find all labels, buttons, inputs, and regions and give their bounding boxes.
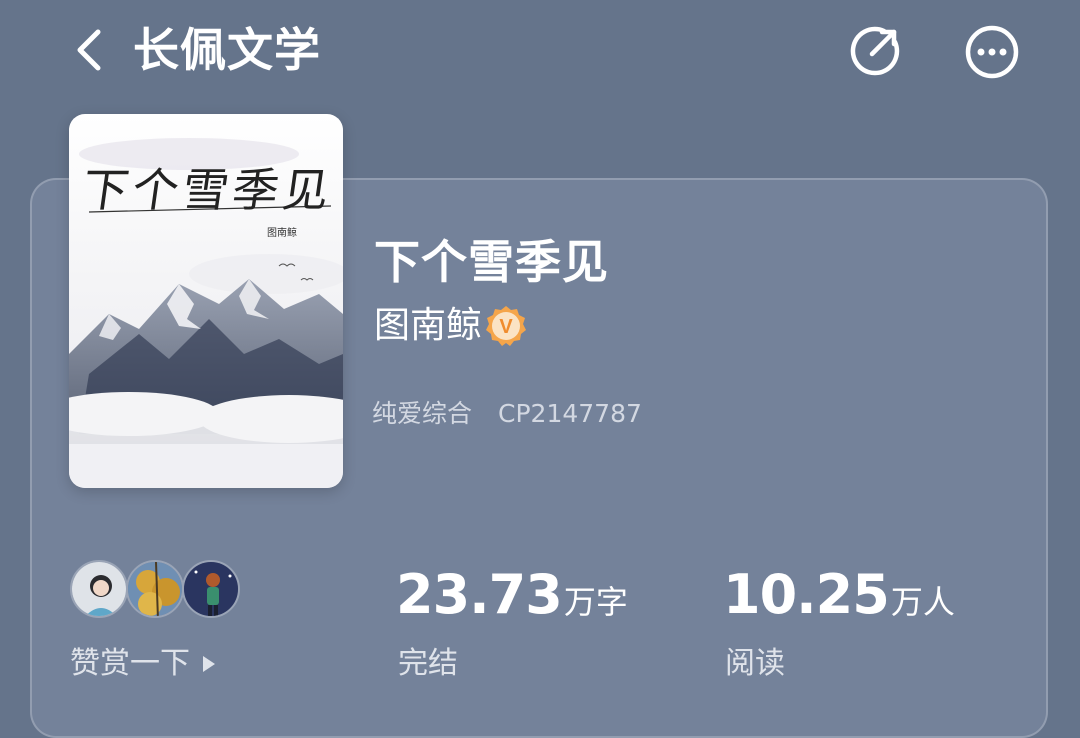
more-icon[interactable] bbox=[964, 24, 1020, 80]
tip-avatars[interactable] bbox=[70, 560, 250, 620]
word-count-value: 23.73 bbox=[396, 563, 563, 626]
share-icon[interactable] bbox=[848, 24, 902, 78]
book-cp-id: CP2147787 bbox=[498, 399, 642, 428]
reader-count-unit: 万人 bbox=[890, 583, 955, 621]
avatar bbox=[126, 560, 184, 618]
word-count: 23.73万字 bbox=[396, 560, 628, 637]
book-category[interactable]: 纯爱综合 bbox=[372, 399, 472, 428]
tip-button[interactable]: 赞赏一下 bbox=[70, 642, 218, 686]
reader-label: 阅读 bbox=[725, 646, 785, 681]
cover-author-text: 图南鲸 bbox=[267, 228, 297, 239]
verified-badge-icon: V bbox=[486, 306, 527, 346]
tip-label: 赞赏一下 bbox=[70, 646, 190, 681]
reader-count: 10.25万人 bbox=[723, 560, 955, 637]
verified-badge-letter: V bbox=[499, 316, 513, 338]
cover-title-text: 下个雪季见 bbox=[78, 163, 337, 217]
author-row[interactable]: 图南鲸 V bbox=[374, 302, 528, 350]
avatar bbox=[70, 560, 128, 618]
avatar bbox=[182, 560, 240, 618]
book-title: 下个雪季见 bbox=[374, 235, 609, 289]
word-count-unit: 万字 bbox=[563, 583, 628, 621]
book-meta: 纯爱综合 CP2147787 bbox=[372, 396, 642, 432]
back-icon[interactable] bbox=[72, 26, 108, 74]
book-cover[interactable]: 下个雪季见 图南鲸 bbox=[69, 114, 343, 488]
reader-count-value: 10.25 bbox=[723, 563, 890, 626]
play-arrow-icon bbox=[203, 656, 215, 672]
author-name[interactable]: 图南鲸 bbox=[374, 302, 482, 350]
status-label: 完结 bbox=[398, 646, 458, 681]
app-title: 长佩文学 bbox=[133, 23, 321, 77]
